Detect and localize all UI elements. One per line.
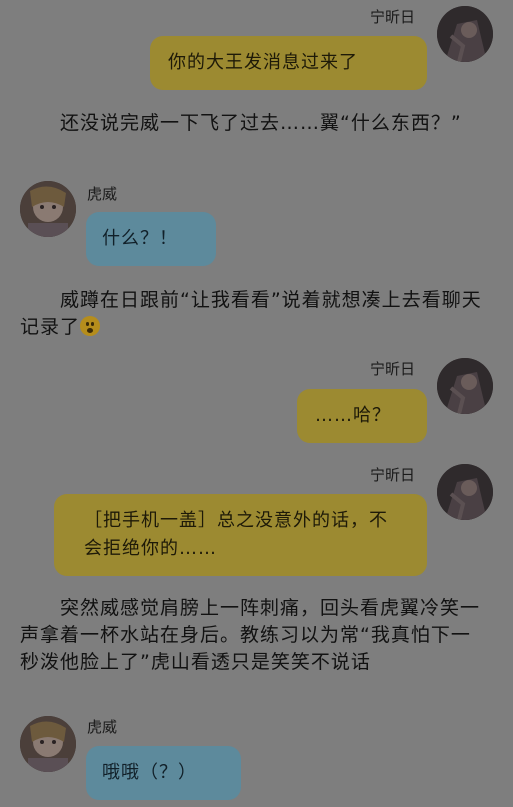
message-bubble[interactable]: ……哈？: [297, 389, 427, 443]
sender-avatar[interactable]: [20, 716, 76, 772]
narration-text: 突然威感觉肩膀上一阵刺痛，回头看虎翼冷笑一声拿着一杯水站在身后。教练习以为常“我…: [20, 597, 481, 673]
sender-name: 虎威: [87, 718, 118, 736]
sender-name: 宁昕日: [370, 466, 416, 484]
sender-avatar[interactable]: [437, 358, 493, 414]
sender-name: 宁昕日: [370, 360, 416, 378]
sender-avatar[interactable]: [437, 6, 493, 62]
narration-text: 威蹲在日跟前“让我看看”说着就想凑上去看聊天记录了: [20, 287, 486, 341]
sender-avatar[interactable]: [20, 181, 76, 237]
sender-name: 虎威: [87, 185, 118, 203]
sender-avatar[interactable]: [437, 464, 493, 520]
message-bubble[interactable]: 你的大王发消息过来了: [150, 36, 427, 90]
sender-name: 宁昕日: [370, 8, 416, 26]
message-bubble[interactable]: 哦哦（？）: [86, 746, 241, 800]
astonished-face-emoji: [80, 316, 101, 336]
message-bubble[interactable]: ［把手机一盖］总之没意外的话，不会拒绝你的……: [54, 494, 427, 576]
narration-text: 还没说完威一下飞了过去……翼“什么东西？”: [60, 112, 462, 134]
message-bubble[interactable]: 什么？！: [86, 212, 216, 266]
